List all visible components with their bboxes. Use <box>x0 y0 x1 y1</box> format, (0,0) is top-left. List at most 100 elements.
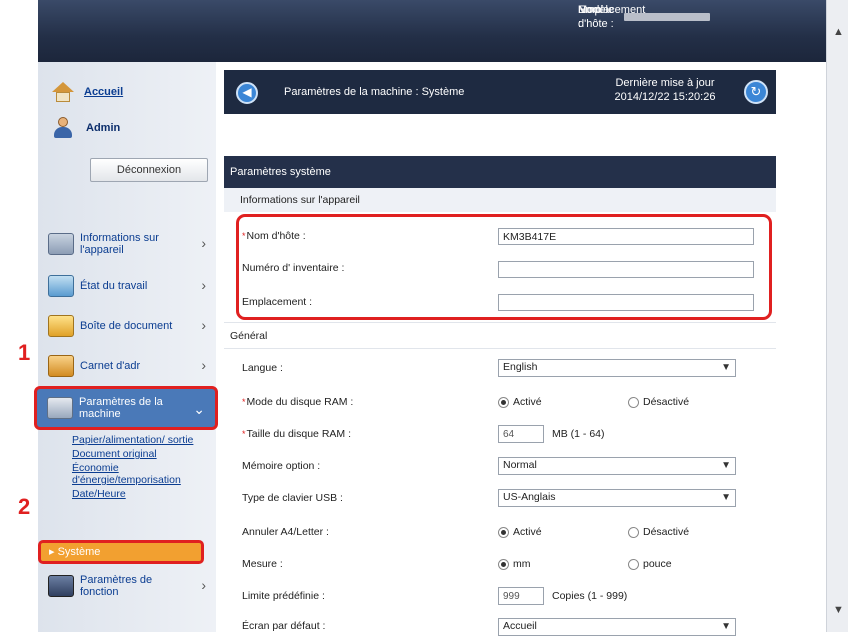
a4-letter-off-radio[interactable]: Désactivé <box>628 526 689 538</box>
last-update-label: Dernière mise à jour <box>615 77 715 89</box>
function-settings-icon <box>48 575 74 597</box>
sidebar-item-label: État du travail <box>80 280 148 292</box>
refresh-button[interactable]: ↻ <box>744 80 768 104</box>
home-row[interactable]: Accueil <box>52 80 123 104</box>
measure-inch-label: pouce <box>643 558 672 570</box>
vertical-scrollbar[interactable]: ▲ ▼ <box>826 0 848 632</box>
last-update: Dernière mise à jour 2014/12/22 15:20:26 <box>590 76 740 104</box>
default-screen-value: Accueil <box>503 620 537 632</box>
scroll-down-icon[interactable]: ▼ <box>833 604 844 616</box>
a4-letter-on-radio[interactable]: Activé <box>498 526 542 538</box>
ram-disk-on-label: Activé <box>513 396 542 408</box>
a4-letter-on-label: Activé <box>513 526 542 538</box>
ram-disk-size-range: MB (1 - 64) <box>552 428 605 440</box>
preset-limit-row: Limite prédéfinie : <box>242 584 325 608</box>
radio-selected-icon <box>498 396 509 408</box>
page-title: Paramètres de la machine : Système <box>284 86 465 98</box>
required-marker: * <box>242 397 246 407</box>
default-screen-label: Écran par défaut : <box>242 620 326 632</box>
ram-disk-off-label: Désactivé <box>643 396 690 408</box>
refresh-icon: ↻ <box>750 84 762 99</box>
ram-disk-size-input[interactable] <box>498 425 544 443</box>
scroll-up-icon[interactable]: ▲ <box>833 26 844 38</box>
sidebar-item-device-info[interactable]: Informations sur l'appareil › <box>38 226 216 262</box>
logout-button[interactable]: Déconnexion <box>90 158 208 182</box>
chevron-down-icon: ▼ <box>721 492 731 503</box>
chevron-right-icon: › <box>201 357 206 373</box>
chevron-right-icon: › <box>201 277 206 293</box>
optional-memory-select[interactable]: Normal ▼ <box>498 457 736 475</box>
submenu-date-time[interactable]: Date/Heure <box>72 488 212 500</box>
last-update-time: 2014/12/22 15:20:26 <box>614 91 716 103</box>
chevron-down-icon: ⌄ <box>193 401 205 417</box>
divider <box>224 322 776 323</box>
chevron-down-icon: ▼ <box>721 460 731 471</box>
admin-label: Admin <box>86 122 121 134</box>
chevron-right-icon: › <box>201 577 206 593</box>
measure-row: Mesure : <box>242 552 283 576</box>
step-marker-1: 1 <box>18 340 31 365</box>
usb-keyboard-label: Type de clavier USB : <box>242 492 343 504</box>
ram-disk-mode-row: * Mode du disque RAM : <box>242 390 353 414</box>
sidebar-item-label: Paramètres de fonction <box>80 574 153 598</box>
usb-keyboard-value: US-Anglais <box>503 491 556 503</box>
ram-disk-mode-label: Mode du disque RAM : <box>246 396 354 408</box>
ram-disk-on-radio[interactable]: Activé <box>498 396 542 408</box>
preset-limit-label: Limite prédéfinie : <box>242 590 325 602</box>
back-button[interactable]: ◀ <box>236 82 258 104</box>
usb-keyboard-select[interactable]: US-Anglais ▼ <box>498 489 736 507</box>
home-icon <box>52 82 74 102</box>
sidebar-item-function-settings[interactable]: Paramètres de fonction › <box>38 568 216 604</box>
top-header: Modèle : Nom d'hôte : Emplacement : <box>38 0 826 62</box>
usb-keyboard-row: Type de clavier USB : <box>242 486 343 510</box>
ram-disk-size-row: * Taille du disque RAM : <box>242 422 351 446</box>
sidebar-item-job-status[interactable]: État du travail › <box>38 268 216 304</box>
optional-memory-label: Mémoire option : <box>242 460 321 472</box>
machine-settings-submenu: Papier/alimentation/ sortie Document ori… <box>72 434 212 502</box>
sidebar: Accueil Admin Déconnexion Informations s… <box>34 62 218 632</box>
measure-mm-radio[interactable]: mm <box>498 558 531 570</box>
submenu-system[interactable]: ▸ Système <box>38 540 204 564</box>
document-box-icon <box>48 315 74 337</box>
optional-memory-row: Mémoire option : <box>242 454 320 478</box>
chevron-right-icon: › <box>201 235 206 251</box>
a4-letter-label: Annuler A4/Letter : <box>242 526 329 538</box>
machine-settings-icon <box>47 397 73 419</box>
language-label: Langue : <box>242 362 283 374</box>
chevron-down-icon: ▼ <box>721 621 731 632</box>
page-titlebar: ◀ Paramètres de la machine : Système Der… <box>224 70 776 114</box>
sidebar-item-address-book[interactable]: Carnet d'adr › <box>38 348 216 384</box>
submenu-paper-output[interactable]: Papier/alimentation/ sortie <box>72 434 212 446</box>
divider <box>224 348 776 349</box>
ram-disk-size-label: Taille du disque RAM : <box>246 428 351 440</box>
ram-disk-off-radio[interactable]: Désactivé <box>628 396 689 408</box>
language-select[interactable]: English ▼ <box>498 359 736 377</box>
job-status-icon <box>48 275 74 297</box>
device-info-icon <box>48 233 74 255</box>
measure-mm-label: mm <box>513 558 531 570</box>
arrow-left-icon: ◀ <box>242 85 252 99</box>
submenu-original-document[interactable]: Document original <box>72 448 212 460</box>
sidebar-item-machine-settings[interactable]: Paramètres de la machine ⌄ <box>34 386 218 430</box>
measure-inch-radio[interactable]: pouce <box>628 558 672 570</box>
device-info-section-title: Informations sur l'appareil <box>224 188 776 212</box>
measure-label: Mesure : <box>242 558 283 570</box>
sidebar-item-label: Paramètres de la machine <box>79 396 163 420</box>
sidebar-item-label: Informations sur l'appareil <box>80 232 159 256</box>
user-avatar-icon <box>52 117 74 139</box>
submenu-system-label: Système <box>57 546 101 558</box>
a4-letter-row: Annuler A4/Letter : <box>242 520 329 544</box>
home-link[interactable]: Accueil <box>84 86 123 98</box>
preset-limit-input[interactable] <box>498 587 544 605</box>
admin-row: Admin <box>52 116 120 140</box>
language-row: Langue : <box>242 356 283 380</box>
default-screen-select[interactable]: Accueil ▼ <box>498 618 736 636</box>
general-section-title: Général <box>230 330 268 342</box>
radio-empty-icon <box>628 526 639 538</box>
radio-empty-icon <box>628 396 639 408</box>
sidebar-item-label: Boîte de document <box>80 320 173 332</box>
submenu-energy-saver[interactable]: Économie d'énergie/temporisation <box>72 462 212 486</box>
sidebar-item-document-box[interactable]: Boîte de document › <box>38 308 216 344</box>
radio-selected-icon <box>498 526 509 538</box>
default-screen-row: Écran par défaut : <box>242 614 325 638</box>
